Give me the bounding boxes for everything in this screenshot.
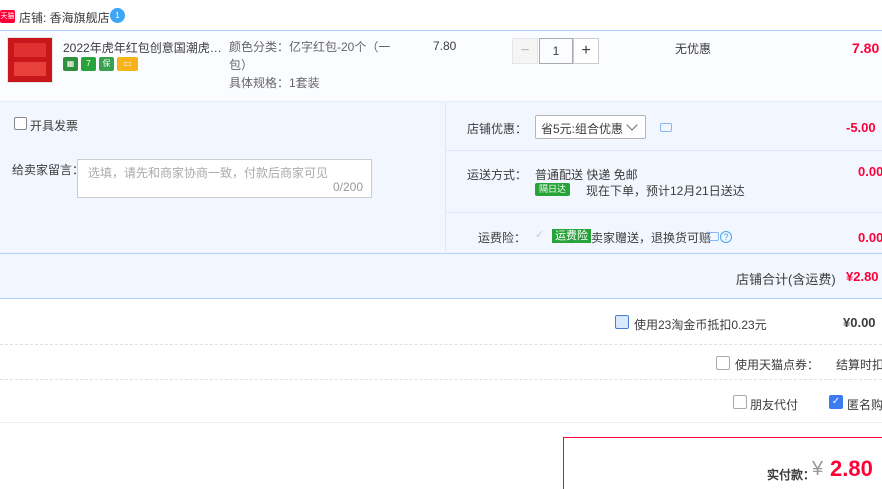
item-subtotal: 7.80 <box>852 40 880 56</box>
insurance-amount: 0.00 <box>858 230 882 245</box>
comment-icon[interactable] <box>660 123 672 132</box>
payment-currency: ¥ <box>812 458 824 480</box>
item-promo: 无优惠 <box>675 42 712 56</box>
row-divider <box>0 344 882 345</box>
insurance-tag: 运费险 <box>552 229 591 243</box>
quantity-input[interactable]: 1 <box>539 38 573 64</box>
quantity-increase-button[interactable]: + <box>573 38 599 64</box>
payment-label: 实付款： <box>767 468 816 482</box>
anonymous-label[interactable]: 匿名购买 <box>847 396 882 413</box>
row-divider <box>0 422 882 423</box>
message-label: 给卖家留言： <box>12 163 85 177</box>
coins-amount: ¥0.00 <box>843 315 876 330</box>
shop-total-amount: ¥2.80 <box>846 269 879 284</box>
shop-total-label: 店铺合计(含运费) <box>736 272 836 287</box>
shop-discount-label: 店铺优惠： <box>467 122 528 136</box>
invoice-checkbox[interactable] <box>14 117 27 130</box>
friend-pay-label[interactable]: 朋友代付 <box>750 396 798 413</box>
shipping-eta: 现在下单，预计12月21日送达 <box>586 184 745 198</box>
seven-day-return-icon: 7 <box>81 57 96 71</box>
coins-checkbox[interactable] <box>615 315 629 329</box>
insurance-label: 运费险： <box>478 231 527 245</box>
help-icon[interactable]: ? <box>720 231 732 243</box>
coupon-checkbox[interactable] <box>716 356 730 370</box>
tmall-7day-icon: ▦ <box>63 57 78 71</box>
tmall-badge-icon: 天猫 <box>0 10 15 23</box>
item-thumbnail[interactable] <box>7 37 53 83</box>
insurance-check-icon: ✓ <box>535 229 545 241</box>
shipping-label: 运送方式： <box>467 168 528 182</box>
shipping-method: 普通配送 快递 免邮 <box>535 168 638 182</box>
friend-pay-checkbox[interactable] <box>733 395 747 409</box>
chat-seller-icon[interactable]: 1 <box>110 8 125 23</box>
shipping-amount: 0.00 <box>858 164 882 179</box>
shop-name[interactable]: 店铺: 香海旗舰店 <box>19 9 110 26</box>
options-divider <box>446 212 882 213</box>
item-unit-price: 7.80 <box>433 39 457 53</box>
item-attr-spec: 具体规格：1套装 <box>229 76 320 90</box>
item-attr-color: 颜色分类：亿字红包-20个（一 <box>229 40 391 54</box>
anonymous-checkbox[interactable]: ✓ <box>829 395 843 409</box>
card-pay-icon: ▭ <box>117 57 138 71</box>
shop-discount-amount: -5.00 <box>846 120 876 135</box>
payment-amount: 2.80 <box>830 456 873 481</box>
shop-header: 天猫 店铺: 香海旗舰店 1 <box>0 0 882 30</box>
guarantee-icon: 保 <box>99 57 114 71</box>
options-divider <box>445 102 446 254</box>
message-char-count: 0/200 <box>333 180 364 194</box>
coupon-note: 结算时扣 <box>836 358 882 372</box>
options-divider <box>446 150 882 151</box>
coins-label[interactable]: 使用23淘金币抵扣0.23元 <box>634 316 767 333</box>
quantity-decrease-button[interactable]: − <box>512 38 538 64</box>
comment-icon[interactable] <box>707 232 719 241</box>
next-day-tag: 隔日达 <box>535 183 571 196</box>
seller-message-placeholder: 选填，请先和商家协商一致，付款后商家可见 <box>88 166 329 180</box>
item-title[interactable]: 2022年虎年红包创意国潮虎虎... <box>63 39 223 56</box>
shop-discount-value[interactable]: 省5元:组合优惠 <box>541 120 623 137</box>
invoice-label[interactable]: 开具发票 <box>30 117 78 134</box>
item-attr-color-cont: 包） <box>229 58 254 72</box>
row-divider <box>0 379 882 380</box>
insurance-desc: 卖家赠送，退换货可赔 <box>591 231 712 245</box>
coupon-label[interactable]: 使用天猫点券： <box>735 356 819 373</box>
